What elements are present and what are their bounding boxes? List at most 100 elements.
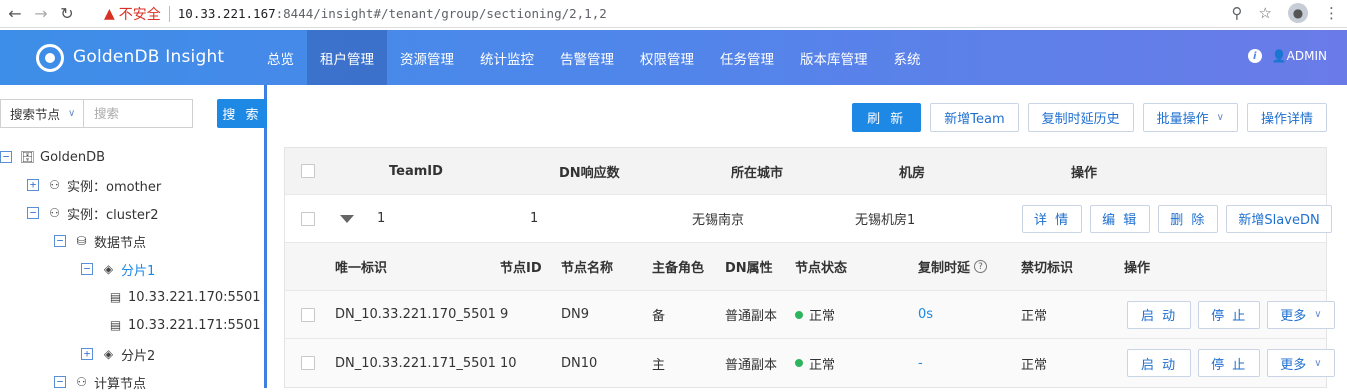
tree-label: 实例：omother [67, 179, 162, 195]
url-separator [168, 5, 170, 22]
add-team-button[interactable]: 新增Team [930, 103, 1019, 132]
cluster-icon: ⚇ [49, 178, 60, 192]
details-button[interactable]: 详 情 [1022, 204, 1083, 233]
help-icon[interactable]: ? [974, 260, 988, 273]
city: 无锡南京 [692, 213, 745, 228]
stop-button[interactable]: 停 止 [1198, 300, 1261, 329]
col-delay: 复制时延? [918, 243, 988, 290]
nav-tenant[interactable]: 租户管理 [307, 30, 387, 85]
replication-history-button[interactable]: 复制时延历史 [1027, 103, 1134, 132]
tree-node-host-170[interactable]: ▤ 10.33.221.170:5501 [108, 287, 261, 307]
col-node-id: 节点ID [500, 261, 542, 276]
row-checkbox[interactable] [301, 195, 315, 242]
search-input[interactable] [84, 99, 193, 128]
row-checkbox[interactable] [301, 339, 315, 387]
tree-label: 10.33.221.171:5501 [128, 317, 261, 333]
collapse-icon[interactable]: − [54, 235, 66, 247]
collapse-icon[interactable]: − [0, 151, 12, 163]
brand-title: GoldenDB Insight [73, 47, 225, 67]
nav-overview[interactable]: 总览 [254, 30, 307, 85]
chevron-down-icon: ∨ [1314, 309, 1322, 320]
col-room: 机房 [899, 165, 926, 181]
zoom-icon[interactable]: ⚲ [1232, 4, 1243, 22]
top-navigation: 总览 租户管理 资源管理 统计监控 告警管理 权限管理 任务管理 版本库管理 系… [254, 30, 934, 85]
col-ban: 禁切标识 [1021, 261, 1074, 276]
browser-menu-icon[interactable]: ⋮ [1324, 4, 1339, 22]
col-role: 主备角色 [652, 261, 705, 276]
goldendb-logo-icon [36, 44, 64, 72]
batch-ops-button[interactable]: 批量操作 ∨ [1142, 103, 1238, 132]
nav-monitor[interactable]: 统计监控 [467, 30, 547, 85]
tree-label: 10.33.221.170:5501 [128, 289, 261, 305]
more-button[interactable]: 更多 ∨ [1267, 300, 1335, 329]
start-button[interactable]: 启 动 [1127, 349, 1192, 377]
status-ok-icon [795, 359, 803, 367]
edit-button[interactable]: 编 辑 [1090, 204, 1151, 233]
dn-uid: DN_10.33.221.170_5501 [335, 307, 496, 322]
op-details-button[interactable]: 操作详情 [1246, 103, 1327, 132]
collapse-icon[interactable]: − [27, 207, 39, 219]
tree-label: 计算节点 [94, 376, 147, 392]
nav-task[interactable]: 任务管理 [707, 30, 787, 85]
tree-node-shard2[interactable]: + ◈ 分片2 [81, 344, 155, 364]
dn-delay-link[interactable]: 0s [918, 291, 933, 338]
team-table: TeamID DN响应数 所在城市 机房 操作 1 1 无锡南京 无锡机房1 详… [284, 147, 1335, 388]
tree-node-omother[interactable]: + ⚇ 实例：omother [27, 175, 161, 195]
col-uid: 唯一标识 [335, 261, 388, 276]
refresh-button[interactable]: 刷 新 [852, 103, 922, 132]
app-header: GoldenDB Insight 总览 租户管理 资源管理 统计监控 告警管理 … [0, 30, 1347, 85]
server-icon: ▤ [109, 318, 122, 332]
tree-node-host-171[interactable]: ▤ 10.33.221.171:5501 [108, 315, 261, 335]
warning-icon: ▲ [104, 5, 115, 22]
delete-button[interactable]: 删 除 [1158, 204, 1219, 233]
search-type-select[interactable]: 搜索节点 ∨ [0, 99, 84, 128]
row-checkbox[interactable] [301, 291, 315, 338]
room: 无锡机房1 [855, 213, 916, 228]
tree-node-shard1[interactable]: − ◈ 分片1 [81, 259, 155, 279]
bookmark-star-icon[interactable]: ☆ [1259, 4, 1272, 22]
dn-actions: 启 动 停 止 更多 ∨ [1127, 291, 1335, 338]
user-menu[interactable]: 👤ADMIN [1272, 49, 1327, 63]
expand-icon[interactable]: + [27, 179, 39, 191]
collapse-icon[interactable]: − [54, 376, 66, 388]
nav-system[interactable]: 系统 [881, 30, 934, 85]
tree-node-compute[interactable]: − ⚇ 计算节点 [54, 372, 146, 392]
tree-node-goldendb[interactable]: − 🗄 GoldenDB [0, 147, 105, 167]
more-button[interactable]: 更多 ∨ [1267, 349, 1335, 377]
select-all-checkbox[interactable] [301, 148, 315, 194]
reload-icon[interactable]: ↻ [56, 3, 78, 25]
dn-delay-link[interactable]: - [918, 339, 923, 387]
tree-label: 数据节点 [94, 235, 147, 251]
dn-uid: DN_10.33.221.171_5501 [335, 355, 496, 371]
team-id: 1 [377, 211, 386, 226]
nav-resource[interactable]: 资源管理 [387, 30, 467, 85]
add-slave-dn-button[interactable]: 新增SlaveDN [1226, 204, 1332, 233]
nav-permission[interactable]: 权限管理 [627, 30, 707, 85]
tree-node-cluster2[interactable]: − ⚇ 实例：cluster2 [27, 203, 158, 223]
dn-table-header: 唯一标识 节点ID 节点名称 主备角色 DN属性 节点状态 复制时延? 禁切标识… [285, 243, 1326, 291]
layers-icon: ◈ [103, 347, 114, 361]
chevron-down-icon: ∨ [1216, 112, 1224, 123]
stop-button[interactable]: 停 止 [1198, 349, 1261, 377]
search-button[interactable]: 搜 索 [217, 99, 267, 128]
sidebar: 搜索节点 ∨ 搜 索 − 🗄 GoldenDB + ⚇ 实例：omother −… [0, 85, 267, 392]
forward-arrow-icon[interactable]: → [30, 3, 52, 25]
col-teamid: TeamID [389, 163, 443, 179]
expand-icon[interactable]: + [81, 348, 93, 360]
dn-attr: 普通副本 [725, 309, 778, 324]
dn-ban: 正常 [1021, 357, 1048, 373]
expand-caret-icon[interactable] [340, 195, 354, 242]
tree-node-datanodes[interactable]: − ⛁ 数据节点 [54, 231, 146, 251]
collapse-icon[interactable]: − [81, 263, 93, 275]
nav-alarm[interactable]: 告警管理 [547, 30, 627, 85]
back-arrow-icon[interactable]: ← [4, 3, 26, 25]
toolbar: 刷 新 新增Team 复制时延历史 批量操作 ∨ 操作详情 [852, 103, 1327, 132]
tree-label: 分片1 [121, 263, 156, 279]
start-button[interactable]: 启 动 [1127, 300, 1192, 329]
info-icon[interactable]: i [1247, 49, 1262, 63]
profile-avatar-icon[interactable]: ● [1288, 3, 1308, 23]
nav-version[interactable]: 版本库管理 [787, 30, 881, 85]
header-user-area: i 👤ADMIN [1247, 49, 1327, 63]
url-field[interactable]: 10.33.221.167:8444/insight#/tenant/group… [178, 6, 607, 21]
table-row: DN_10.33.221.171_5501 10 DN10 主 普通副本 正常 … [285, 339, 1335, 387]
